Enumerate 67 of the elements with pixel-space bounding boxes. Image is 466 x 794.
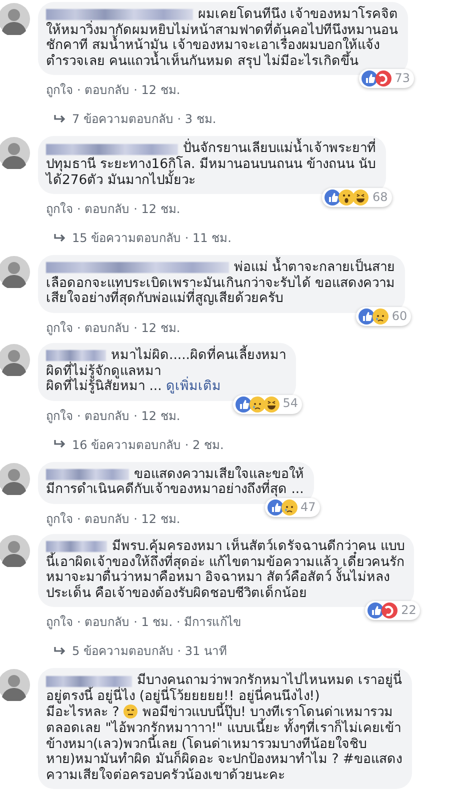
- sad-face-icon: [280, 498, 298, 516]
- timestamp: · 12 ชม.: [134, 320, 180, 337]
- timestamp: · 12 ชม.: [134, 510, 180, 528]
- action-link[interactable]: ถูกใจ: [46, 612, 73, 632]
- timestamp: · 12 ชม.: [134, 201, 180, 218]
- blurred-name: [46, 541, 107, 552]
- action-link[interactable]: · ตอบกลับ: [77, 406, 130, 425]
- action-link[interactable]: · ตอบกลับ: [77, 612, 130, 632]
- laughing-face-icon: [352, 189, 370, 206]
- avatar: [0, 462, 30, 495]
- thumbs-up-icon: [266, 498, 284, 516]
- reply-arrow-icon: [54, 114, 66, 124]
- thumbs-up-icon: [367, 602, 384, 620]
- timestamp: · 12 ชม.: [134, 408, 180, 425]
- comment-text: ผมเคยโดนทีนึง เจ้าของหมาโรคจิต: [198, 7, 398, 22]
- action-link[interactable]: ถูกใจ: [46, 406, 73, 425]
- comment-text: หมาไม่ผิด.....ผิดที่คนเลี้ยงหมา: [111, 348, 286, 364]
- comment-text: ผิดที่ไม่รู้จักดูแลหมา ผิดที่ไม่รู้นิสัยหมา ... ดูเพิ่มเติม: [46, 364, 222, 395]
- see-more-link[interactable]: ดูเพิ่มเติม: [166, 379, 221, 394]
- laughing-face-icon: [262, 396, 280, 413]
- replies-link[interactable]: 15 ข้อความตอบกลับ · 11 ชม.: [72, 228, 232, 248]
- action-link[interactable]: ถูกใจ: [46, 80, 73, 100]
- timestamp: · 1 ชม.: [134, 614, 173, 632]
- reactions-badge[interactable]: 60: [356, 306, 412, 326]
- avatar: [0, 534, 30, 567]
- thumbs-up-icon: [360, 70, 378, 88]
- comment-text: มีการดำเนินคดีกับเจ้าของหมาอย่างถึงที่สุด ...: [46, 482, 304, 498]
- timestamp: · มีการแก้ไข: [176, 614, 242, 632]
- sad-face-icon: [248, 396, 266, 413]
- avatar: [0, 344, 30, 376]
- reply-arrow-icon: [54, 646, 66, 656]
- avatar: [0, 256, 30, 288]
- reply-arrow-icon: [54, 439, 66, 450]
- expressionless-face-icon: [123, 704, 138, 720]
- action-link[interactable]: · ตอบกลับ: [77, 508, 130, 528]
- reactions-badge[interactable]: 47: [264, 498, 320, 517]
- reactions-badge[interactable]: 68: [322, 188, 392, 208]
- reactions-badge[interactable]: 54: [232, 394, 302, 414]
- reactions-badge[interactable]: 73: [358, 69, 414, 88]
- action-link[interactable]: · ตอบกลับ: [77, 80, 130, 100]
- replies-link[interactable]: 7 ข้อความตอบกลับ · 3 ชม.: [72, 109, 216, 128]
- avatar: [0, 137, 30, 170]
- comment-text: อยู่ตรงนี้ อยู่นี่ไง (อยู่นี่โว้ยยยยย!! อยู่นี่คนนึงไง!) มีอะไรหละ ? พอมีข่าวแบบนี้ปุ๊บ! บางทีเราโดนด่าเหมารวม ตลอดเลย "ไอ้พวกรักหมาาาา!" แบบเนี้ยะ ทั้งๆที่เราก็ไม่เคยเข้า ข้างหมา(เลว)พวกนี้เลย (โดนด่าเหมารวมบางทีน้อยใจชิบ หาย)หมามันทำผิด มันก็ผิดอะ จะปกป้องหมาทำไม ? #ขอแสดง ความเสียใจต่อครอบครัวน้องเขาด้วยนะคะ: [46, 688, 402, 784]
- avatar: [0, 3, 30, 35]
- reply-arrow-icon: [54, 232, 66, 243]
- replies-link[interactable]: 5 ข้อความตอบกลับ · 31 นาที: [72, 641, 227, 660]
- thumbs-up-icon: [234, 396, 252, 413]
- love-reaction-icon: [381, 602, 398, 620]
- avatar: [0, 669, 30, 702]
- comment-text: ขอแสดงความเสียใจและขอให้: [134, 466, 304, 482]
- love-reaction-icon: [374, 70, 392, 88]
- thumbs-up-icon: [324, 189, 342, 206]
- timestamp: · 12 ชม.: [134, 82, 180, 100]
- comment-text: ให้หมาวิ่งมากัดผมหยิบไม่หน้าสามฟาดที่ต้นคอไปทีนึงหมานอน ชักคาที สมน้ำหน้ามัน เจ้าของหมาจะเอาเรื่องผมบอกให้แจ้ง ตำรวจเลย คนแถวน้ำเห็นกันหมด สรุป ไม่มีอะไรเกิดขึ้น: [46, 22, 398, 70]
- replies-link[interactable]: 16 ข้อความตอบกลับ · 2 ชม.: [72, 434, 224, 454]
- action-link[interactable]: ถูกใจ: [46, 318, 73, 337]
- action-link[interactable]: ถูกใจ: [46, 199, 73, 218]
- action-link[interactable]: ถูกใจ: [46, 508, 73, 528]
- thumbs-up-icon: [358, 308, 375, 325]
- reactions-badge[interactable]: 22: [365, 601, 420, 620]
- action-link[interactable]: · ตอบกลับ: [77, 199, 130, 218]
- comment-text: ปทุมธานี ระยะทาง16กิโล. มีหมานอนบนถนน ข้างถนน นับ ได้276ตัว มันมากไปมั้ยวะ: [46, 156, 376, 188]
- surprised-face-icon: [338, 189, 356, 206]
- blurred-name: [46, 350, 106, 362]
- sad-face-icon: [372, 308, 389, 325]
- action-link[interactable]: · ตอบกลับ: [77, 318, 130, 337]
- comment-text: เลือดอกจะแทบระเบิดเพราะมันเกินกว่าจะรับได้ ขอแสดงความ เสียใจอย่างที่สุดกับพ่อแม่ที่สูญเสียด้วยครับ: [46, 276, 396, 307]
